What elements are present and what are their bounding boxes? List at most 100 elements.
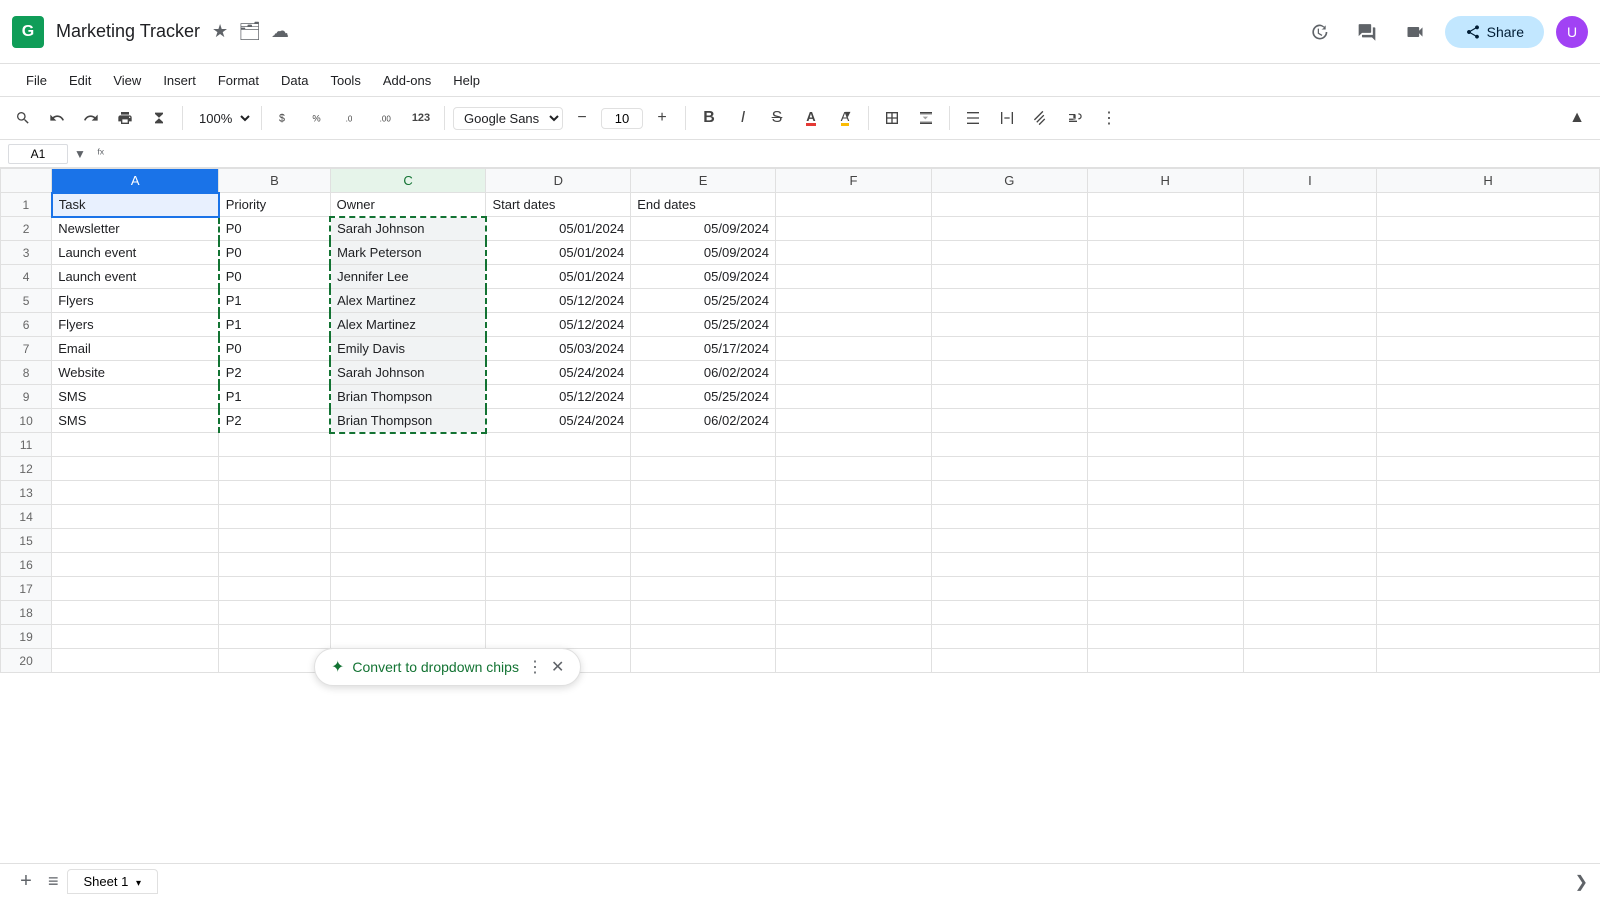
cell-c8[interactable]: Sarah Johnson: [330, 361, 486, 385]
col-header-j[interactable]: H: [1377, 169, 1600, 193]
row-number[interactable]: 8: [1, 361, 52, 385]
share-button[interactable]: Share: [1445, 16, 1544, 48]
row-number[interactable]: 12: [1, 457, 52, 481]
cell-b5[interactable]: P1: [219, 289, 330, 313]
cell-g4[interactable]: [931, 265, 1087, 289]
cell-f20[interactable]: [775, 649, 931, 673]
cell-a14[interactable]: [52, 505, 219, 529]
cell-g9[interactable]: [931, 385, 1087, 409]
cell-j5[interactable]: [1377, 289, 1600, 313]
cell-d16[interactable]: [486, 553, 631, 577]
menu-tools[interactable]: Tools: [320, 69, 370, 92]
cell-a13[interactable]: [52, 481, 219, 505]
collapse-toolbar-button[interactable]: ▲: [1562, 103, 1592, 133]
cell-h18[interactable]: [1087, 601, 1243, 625]
more-toolbar-button[interactable]: ⋮: [1094, 103, 1124, 133]
cell-b16[interactable]: [219, 553, 330, 577]
cell-a11[interactable]: [52, 433, 219, 457]
text-color-button[interactable]: A: [796, 103, 826, 133]
cell-c10[interactable]: Brian Thompson: [330, 409, 486, 433]
cell-a7[interactable]: Email: [52, 337, 219, 361]
cell-i17[interactable]: [1243, 577, 1377, 601]
cell-a8[interactable]: Website: [52, 361, 219, 385]
cell-f14[interactable]: [775, 505, 931, 529]
col-header-b[interactable]: B: [219, 169, 330, 193]
cell-e14[interactable]: [631, 505, 776, 529]
cell-e10[interactable]: 06/02/2024: [631, 409, 776, 433]
cell-b19[interactable]: [219, 625, 330, 649]
row-number[interactable]: 11: [1, 433, 52, 457]
cell-b12[interactable]: [219, 457, 330, 481]
cell-g13[interactable]: [931, 481, 1087, 505]
increase-decimals-button[interactable]: .00: [372, 103, 402, 133]
font-size-input[interactable]: [601, 108, 643, 129]
cell-j4[interactable]: [1377, 265, 1600, 289]
print-button[interactable]: [110, 103, 140, 133]
cell-j8[interactable]: [1377, 361, 1600, 385]
cell-a3[interactable]: Launch event: [52, 241, 219, 265]
cell-f10[interactable]: [775, 409, 931, 433]
cell-b6[interactable]: P1: [219, 313, 330, 337]
menu-data[interactable]: Data: [271, 69, 318, 92]
row-number[interactable]: 13: [1, 481, 52, 505]
cell-j19[interactable]: [1377, 625, 1600, 649]
cell-f1[interactable]: [775, 193, 931, 217]
cell-i9[interactable]: [1243, 385, 1377, 409]
cell-h7[interactable]: [1087, 337, 1243, 361]
cell-g7[interactable]: [931, 337, 1087, 361]
cell-i18[interactable]: [1243, 601, 1377, 625]
row-number[interactable]: 9: [1, 385, 52, 409]
cell-e5[interactable]: 05/25/2024: [631, 289, 776, 313]
row-number[interactable]: 17: [1, 577, 52, 601]
menu-edit[interactable]: Edit: [59, 69, 101, 92]
cell-b17[interactable]: [219, 577, 330, 601]
cell-c18[interactable]: [330, 601, 486, 625]
row-number[interactable]: 6: [1, 313, 52, 337]
cell-j16[interactable]: [1377, 553, 1600, 577]
cell-c9[interactable]: Brian Thompson: [330, 385, 486, 409]
star-icon[interactable]: ★: [212, 21, 228, 42]
cell-i8[interactable]: [1243, 361, 1377, 385]
cell-h4[interactable]: [1087, 265, 1243, 289]
row-number[interactable]: 14: [1, 505, 52, 529]
cell-i12[interactable]: [1243, 457, 1377, 481]
cell-f16[interactable]: [775, 553, 931, 577]
search-button[interactable]: [8, 103, 38, 133]
cell-d11[interactable]: [486, 433, 631, 457]
paint-format-button[interactable]: [144, 103, 174, 133]
cell-reference-input[interactable]: [8, 144, 68, 164]
row-number[interactable]: 10: [1, 409, 52, 433]
cell-d6[interactable]: 05/12/2024: [486, 313, 631, 337]
cell-i6[interactable]: [1243, 313, 1377, 337]
cell-f6[interactable]: [775, 313, 931, 337]
strikethrough-button[interactable]: S: [762, 103, 792, 133]
cell-f7[interactable]: [775, 337, 931, 361]
cell-e1[interactable]: End dates: [631, 193, 776, 217]
cell-f4[interactable]: [775, 265, 931, 289]
cell-i20[interactable]: [1243, 649, 1377, 673]
cell-c5[interactable]: Alex Martinez: [330, 289, 486, 313]
cell-h16[interactable]: [1087, 553, 1243, 577]
bold-button[interactable]: B: [694, 103, 724, 133]
cell-c2[interactable]: Sarah Johnson: [330, 217, 486, 241]
cell-b13[interactable]: [219, 481, 330, 505]
cell-e12[interactable]: [631, 457, 776, 481]
cell-i3[interactable]: [1243, 241, 1377, 265]
cell-j18[interactable]: [1377, 601, 1600, 625]
cell-f5[interactable]: [775, 289, 931, 313]
undo-button[interactable]: [42, 103, 72, 133]
redo-button[interactable]: [76, 103, 106, 133]
cell-d9[interactable]: 05/12/2024: [486, 385, 631, 409]
cell-d12[interactable]: [486, 457, 631, 481]
cell-j11[interactable]: [1377, 433, 1600, 457]
cell-e18[interactable]: [631, 601, 776, 625]
cell-d14[interactable]: [486, 505, 631, 529]
cell-c12[interactable]: [330, 457, 486, 481]
cell-f12[interactable]: [775, 457, 931, 481]
cell-g8[interactable]: [931, 361, 1087, 385]
menu-insert[interactable]: Insert: [153, 69, 206, 92]
cell-h8[interactable]: [1087, 361, 1243, 385]
cell-h1[interactable]: [1087, 193, 1243, 217]
cell-d18[interactable]: [486, 601, 631, 625]
cell-e13[interactable]: [631, 481, 776, 505]
